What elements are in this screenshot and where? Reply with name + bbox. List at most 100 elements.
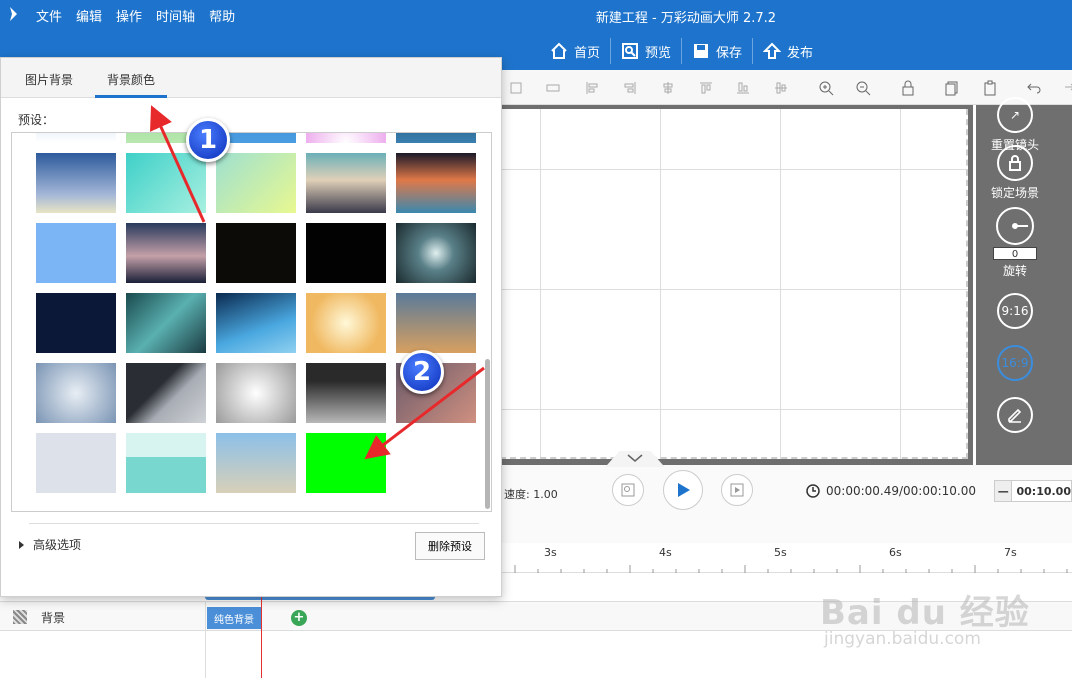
lock-icon[interactable] — [900, 80, 916, 96]
preset-swatch[interactable] — [396, 153, 476, 213]
preset-swatch[interactable] — [216, 153, 296, 213]
watermark-brand: Bai du 经验 — [820, 593, 1030, 633]
play-button[interactable] — [663, 470, 703, 510]
panel-tabs: 图片背景 背景颜色 — [1, 58, 501, 98]
preset-swatch[interactable] — [396, 293, 476, 353]
preset-swatch[interactable] — [306, 363, 386, 423]
background-track-icon — [13, 610, 27, 624]
preset-swatch[interactable] — [126, 433, 206, 493]
home-icon — [551, 42, 567, 59]
redo-icon[interactable] — [1060, 80, 1072, 96]
solid-background-clip[interactable]: 纯色背景 — [207, 607, 261, 629]
publish-label: 发布 — [787, 45, 814, 61]
camera-panel: ↗ 重置镜头 锁定场景 0 旋转 9:16 16:9 — [978, 97, 1072, 465]
baidu-watermark: Bai du 经验 jingyan.baidu.com — [820, 565, 1060, 655]
align-left-icon[interactable] — [584, 80, 600, 96]
tab-image-background[interactable]: 图片背景 — [25, 71, 73, 88]
zoom-in-icon[interactable] — [818, 80, 834, 96]
preset-swatch[interactable] — [306, 223, 386, 283]
edit-pen-icon — [997, 397, 1033, 433]
ratio-916-button[interactable]: 9:16 — [978, 293, 1052, 329]
preset-swatch[interactable] — [36, 293, 116, 353]
preset-swatch[interactable] — [306, 293, 386, 353]
playhead[interactable] — [261, 583, 262, 678]
publish-button[interactable]: 发布 — [752, 38, 823, 64]
align-top-icon[interactable] — [698, 80, 714, 96]
preset-swatch[interactable] — [216, 223, 296, 283]
copy-icon[interactable] — [944, 80, 960, 96]
align-icon[interactable] — [508, 80, 524, 96]
align-bottom-icon[interactable] — [735, 80, 751, 96]
lock-scene-label: 锁定场景 — [990, 186, 1039, 200]
annotation-badge-2: 2 — [400, 350, 444, 394]
preset-swatch[interactable] — [36, 133, 116, 143]
preset-swatch[interactable] — [396, 223, 476, 283]
delete-preset-button[interactable]: 删除预设 — [415, 532, 485, 560]
home-label: 首页 — [574, 45, 601, 61]
play-icon — [678, 483, 690, 497]
preset-swatch[interactable] — [126, 363, 206, 423]
preview-icon — [622, 43, 639, 59]
lock-scene-button[interactable]: 锁定场景 — [978, 145, 1052, 201]
save-label: 保存 — [716, 45, 743, 61]
expand-triangle-icon — [19, 540, 24, 549]
next-frame-button[interactable] — [721, 474, 753, 506]
top-nav: 首页 预览 保存 发布 — [540, 38, 823, 64]
preset-swatch[interactable] — [216, 293, 296, 353]
preview-button[interactable]: 预览 — [610, 38, 681, 64]
align-middle-icon[interactable] — [773, 80, 789, 96]
timecode: 00:00:00.49/00:00:10.00 — [806, 484, 976, 498]
home-button[interactable]: 首页 — [540, 38, 610, 64]
publish-icon — [763, 42, 782, 59]
ratio-916-label: 9:16 — [997, 293, 1033, 329]
distribute-icon[interactable] — [545, 80, 561, 96]
rotation-input[interactable]: 0 — [993, 247, 1037, 260]
align-right-icon[interactable] — [622, 80, 638, 96]
preview-label: 预览 — [645, 45, 672, 61]
panel-divider — [29, 523, 479, 524]
save-icon — [694, 44, 709, 58]
preset-swatch[interactable] — [36, 223, 116, 283]
zoom-out-icon[interactable] — [855, 80, 871, 96]
canvas-frame — [930, 105, 976, 465]
preset-grid — [11, 132, 492, 512]
preset-swatch[interactable] — [396, 133, 476, 143]
preset-swatch[interactable] — [36, 153, 116, 213]
preset-swatch[interactable] — [306, 153, 386, 213]
annotation-badge-1: 1 — [186, 118, 230, 162]
background-panel: 图片背景 背景颜色 预设： 高级选项 删除预设 — [0, 57, 502, 597]
undo-icon[interactable] — [1026, 80, 1042, 96]
preset-swatch[interactable] — [306, 133, 386, 143]
preset-swatch-green[interactable] — [306, 433, 386, 493]
align-center-icon[interactable] — [660, 80, 676, 96]
preset-scrollbar[interactable] — [485, 359, 490, 509]
preview-frame-icon — [621, 483, 635, 497]
preset-swatch[interactable] — [216, 363, 296, 423]
ratio-169-label: 16:9 — [997, 345, 1033, 381]
add-effect-icon[interactable]: + — [291, 610, 307, 626]
paste-icon[interactable] — [982, 80, 998, 96]
scene-canvas[interactable] — [500, 109, 968, 459]
edit-button[interactable] — [978, 397, 1052, 433]
tab-background-color[interactable]: 背景颜色 — [107, 71, 155, 88]
watermark-url: jingyan.baidu.com — [824, 629, 981, 649]
preset-swatch[interactable] — [126, 223, 206, 283]
clock-icon — [806, 484, 820, 498]
speed-label[interactable]: 速度: 1.00 — [504, 486, 558, 502]
rotate-control[interactable]: 0 旋转 — [978, 207, 1052, 279]
duration-minus-button[interactable]: — — [995, 481, 1013, 501]
preset-label: 预设： — [18, 113, 55, 127]
rotate-dial-icon — [996, 207, 1034, 245]
preset-swatch[interactable] — [36, 363, 116, 423]
preset-swatch[interactable] — [126, 293, 206, 353]
save-button[interactable]: 保存 — [681, 38, 752, 64]
preview-frame-button[interactable] — [612, 474, 644, 506]
preset-swatch[interactable] — [36, 433, 116, 493]
advanced-options-toggle[interactable]: 高级选项 — [19, 536, 81, 553]
preset-swatch[interactable] — [216, 433, 296, 493]
advanced-options-label: 高级选项 — [33, 538, 82, 552]
next-frame-icon — [730, 483, 744, 497]
ratio-169-button[interactable]: 16:9 — [978, 345, 1052, 381]
duration-field[interactable]: — 00:10.00 — [994, 480, 1072, 502]
preset-swatch[interactable] — [126, 153, 206, 213]
